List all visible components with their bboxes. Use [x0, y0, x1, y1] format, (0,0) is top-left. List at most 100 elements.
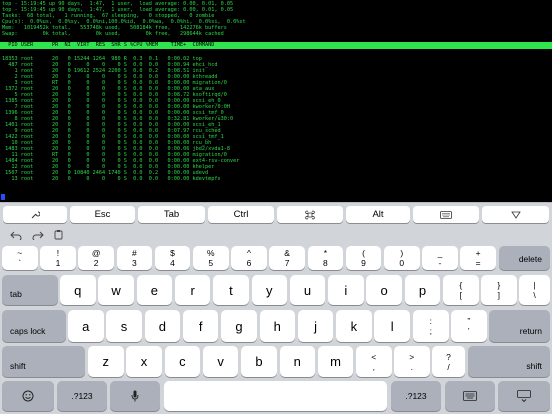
key-label: x	[140, 354, 148, 369]
tab-key[interactable]: tab	[2, 275, 58, 305]
number-key[interactable]: _ -	[422, 246, 458, 270]
dictation-key[interactable]	[110, 381, 160, 411]
letter-key-e[interactable]: e	[136, 275, 173, 305]
letter-key-z[interactable]: z	[88, 346, 124, 377]
alt-key[interactable]: Alt	[346, 206, 410, 223]
number-key[interactable]: ^ 6	[231, 246, 267, 270]
semicolon-key[interactable]: :;	[413, 310, 449, 342]
process-table-header: PID USER PR NI VIRT RES SHR S %CPU %MEM …	[0, 42, 552, 49]
letter-key-h[interactable]: h	[259, 310, 295, 342]
backslash-key[interactable]: | \	[519, 275, 550, 305]
space-bar[interactable]	[164, 381, 387, 411]
command-key[interactable]	[277, 206, 343, 223]
globe-key[interactable]	[445, 381, 495, 411]
delete-key[interactable]: delete	[498, 246, 550, 270]
key-label: g	[235, 318, 243, 334]
key-label: f	[198, 318, 203, 334]
letter-key-r[interactable]: r	[174, 275, 211, 305]
key-bottom-symbol: ]	[497, 290, 500, 300]
letter-key-y[interactable]: y	[251, 275, 287, 305]
comma-key[interactable]: <,	[356, 346, 392, 377]
dismiss-keyboard-key[interactable]	[498, 381, 550, 411]
letter-key-q[interactable]: q	[60, 275, 96, 305]
key-top-symbol: +	[475, 248, 481, 258]
key-label: r	[190, 282, 195, 298]
return-key[interactable]: return	[489, 310, 550, 342]
letter-key-v[interactable]: v	[202, 346, 239, 377]
letter-key-g[interactable]: g	[221, 310, 257, 342]
key-label: k	[350, 318, 358, 334]
letter-key-k[interactable]: k	[336, 310, 372, 342]
terminal-output[interactable]: top - 15:19:45 up 90 days, 1:47, 1 user,…	[0, 0, 552, 202]
number-key[interactable]: ! 1	[40, 246, 76, 270]
key-label: t	[229, 282, 233, 298]
shift-key-left[interactable]: shift	[2, 346, 85, 377]
paste-icon[interactable]	[53, 230, 65, 240]
number-key[interactable]: (9	[345, 246, 382, 270]
number-key[interactable]: ~ `	[2, 246, 38, 270]
numbers-key-left[interactable]: .?123	[57, 381, 107, 411]
key-label: return	[519, 326, 542, 336]
key-label: tab	[10, 289, 22, 299]
letter-key-l[interactable]: l	[374, 310, 410, 342]
letter-key-i[interactable]: i	[328, 275, 364, 305]
numbers-key-right[interactable]: .?123	[391, 381, 441, 411]
letter-key-t[interactable]: t	[213, 275, 249, 305]
key-top-symbol: _	[437, 248, 443, 258]
period-key[interactable]: >.	[394, 346, 430, 377]
letter-key-f[interactable]: f	[182, 310, 219, 342]
key-label: shift	[10, 361, 26, 371]
slash-key[interactable]: ? /	[432, 346, 465, 377]
ctrl-key[interactable]: Ctrl	[208, 206, 274, 223]
keyboard-toolbar: Esc Tab Ctrl Alt	[0, 202, 552, 227]
number-key[interactable]: & 7	[269, 246, 305, 270]
esc-key[interactable]: Esc	[70, 206, 135, 223]
letter-key-w[interactable]: w	[98, 275, 134, 305]
key-bottom-symbol: 8	[322, 258, 328, 268]
key-bottom-symbol: ;	[429, 326, 432, 336]
quote-key[interactable]: ”’	[451, 310, 487, 342]
letter-key-u[interactable]: u	[289, 275, 326, 305]
shortcut-bar	[0, 226, 552, 244]
hide-keyboard-key[interactable]	[482, 206, 549, 223]
emoji-icon	[22, 390, 34, 402]
keyboard-icon	[440, 210, 452, 219]
microphone-icon	[131, 390, 139, 402]
letter-key-a[interactable]: a	[68, 310, 104, 342]
number-key[interactable]: + =	[460, 246, 496, 270]
number-key[interactable]: #3	[116, 246, 153, 270]
emoji-key[interactable]	[2, 381, 54, 411]
letter-key-m[interactable]: m	[317, 346, 354, 377]
shift-key-right[interactable]: shift	[468, 346, 550, 377]
key-top-symbol: (	[362, 248, 365, 258]
letter-key-x[interactable]: x	[126, 346, 162, 377]
letter-key-b[interactable]: b	[241, 346, 277, 377]
key-bottom-symbol: ’	[467, 326, 470, 336]
swap-line: Swap: 0k total, 0k used, 0k free, 298644…	[2, 31, 224, 37]
wrench-key[interactable]	[3, 206, 67, 223]
letter-key-j[interactable]: j	[297, 310, 334, 342]
key-top-symbol: >	[409, 351, 415, 362]
key-bottom-symbol: .	[410, 361, 413, 372]
letter-key-c[interactable]: c	[164, 346, 201, 377]
bracket-close-key[interactable]: }]	[481, 275, 517, 305]
key-label: y	[266, 282, 273, 298]
letter-key-p[interactable]: p	[404, 275, 441, 305]
key-bottom-symbol: 6	[246, 258, 252, 268]
keyboard-key[interactable]	[413, 206, 479, 223]
letter-key-o[interactable]: o	[366, 275, 402, 305]
undo-icon[interactable]	[10, 230, 22, 240]
redo-icon[interactable]	[32, 230, 44, 240]
letter-key-s[interactable]: s	[106, 310, 142, 342]
number-key[interactable]: % 5	[193, 246, 229, 270]
letter-key-d[interactable]: d	[144, 310, 181, 342]
key-bottom-symbol: /	[447, 361, 450, 372]
bracket-open-key[interactable]: {[	[443, 275, 479, 305]
caps-lock-key[interactable]: caps lock	[2, 310, 66, 342]
number-key[interactable]: @2	[78, 246, 114, 270]
number-key[interactable]: $4	[154, 246, 191, 270]
letter-key-n[interactable]: n	[279, 346, 315, 377]
number-key[interactable]: ) 0	[384, 246, 420, 270]
number-key[interactable]: * 8	[307, 246, 344, 270]
tab-key-toolbar[interactable]: Tab	[138, 206, 205, 223]
